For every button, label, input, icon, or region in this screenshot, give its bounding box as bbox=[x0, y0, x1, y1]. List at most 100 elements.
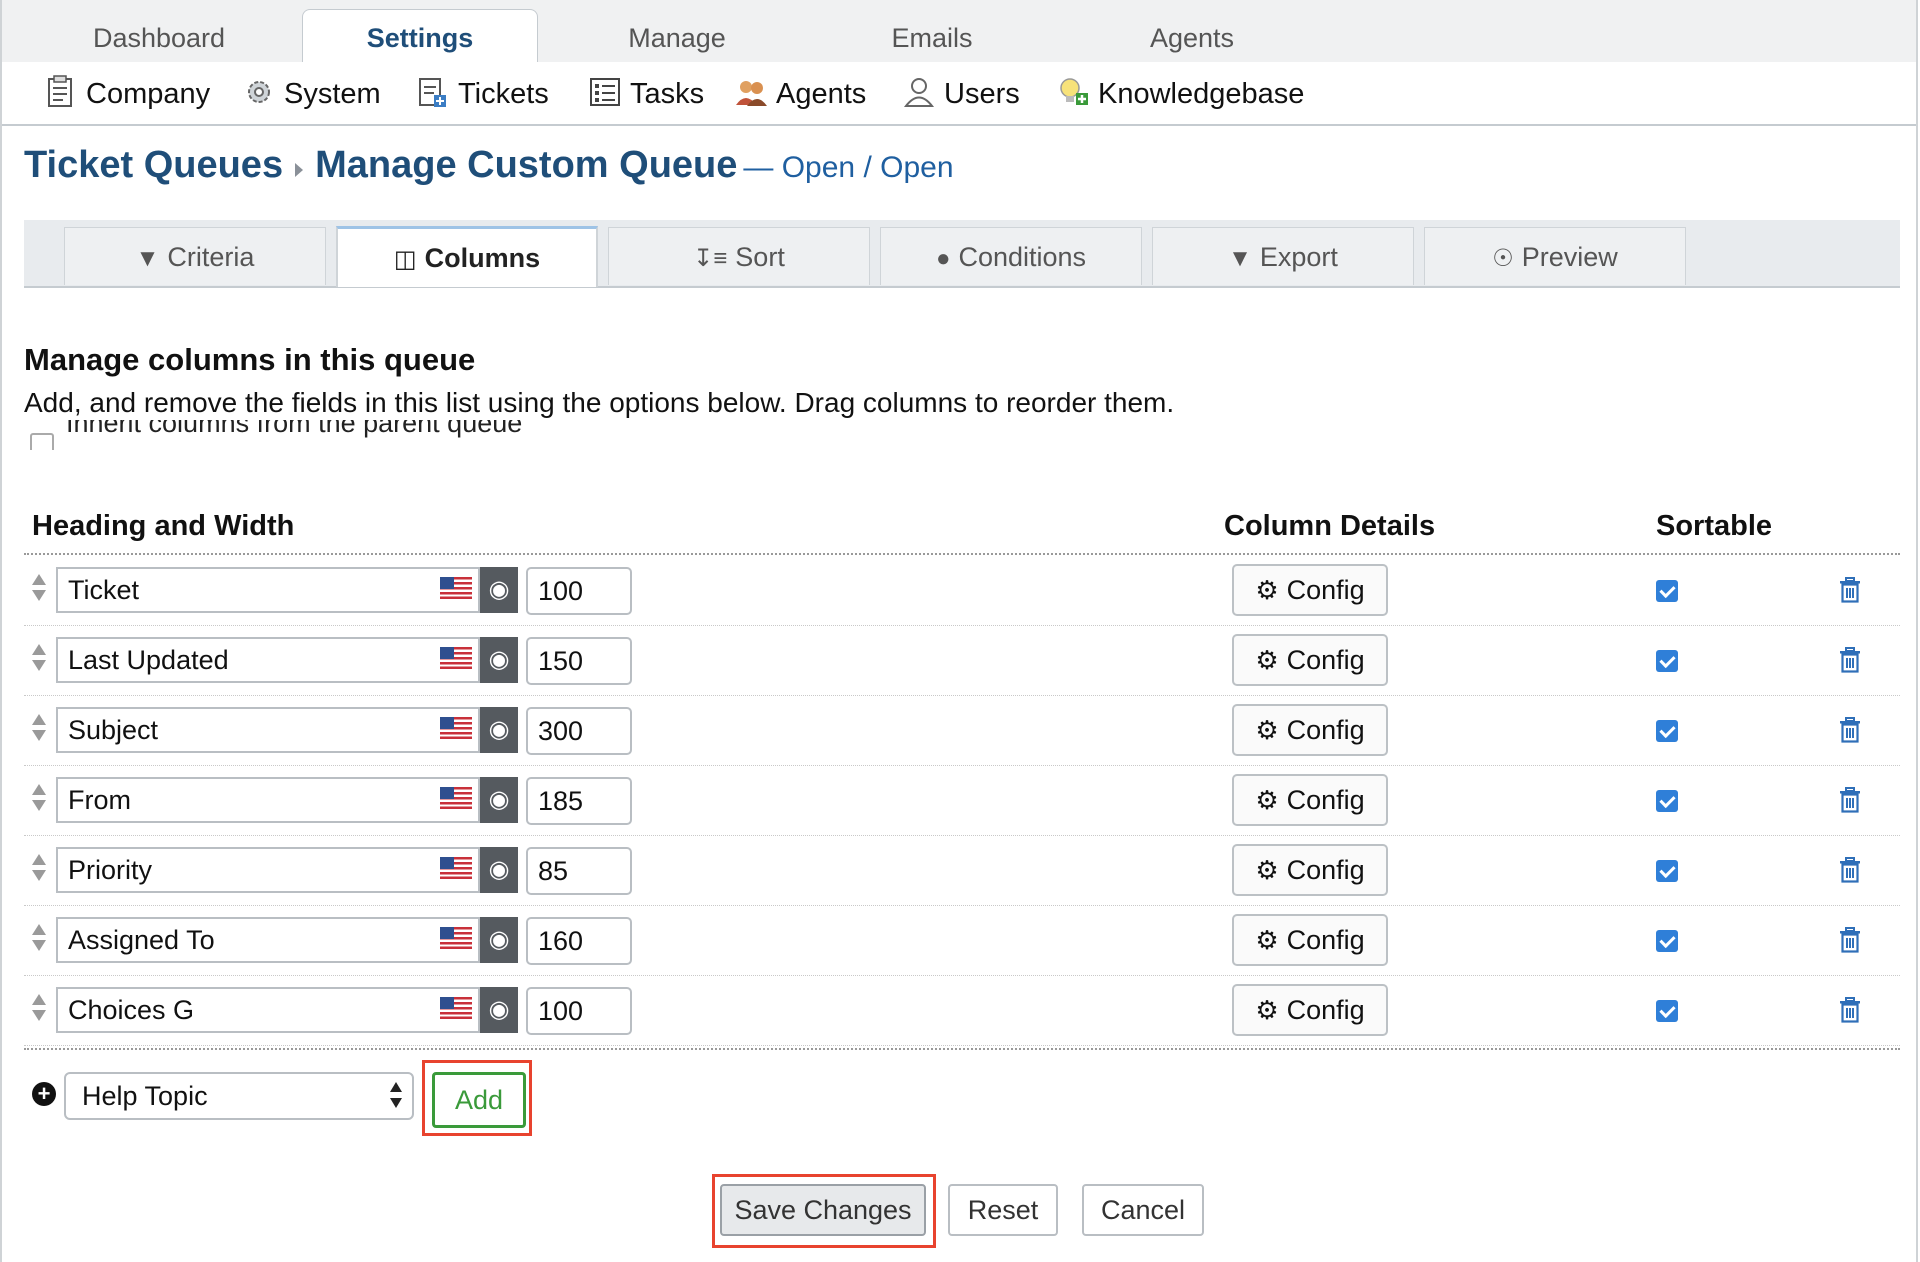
column-width-input[interactable]: 85 bbox=[526, 847, 632, 895]
globe-icon[interactable]: ◉ bbox=[480, 777, 518, 823]
column-row: Ticket ◉ 100 ⚙ Config bbox=[24, 555, 1900, 626]
column-heading-input[interactable]: Ticket bbox=[56, 567, 480, 613]
sortable-checkbox[interactable] bbox=[1656, 650, 1678, 672]
trash-icon[interactable] bbox=[1838, 647, 1862, 673]
config-button[interactable]: ⚙ Config bbox=[1232, 704, 1388, 756]
drag-handle-icon[interactable] bbox=[30, 852, 48, 886]
tab-label: Sort bbox=[735, 242, 785, 272]
drag-handle-icon[interactable] bbox=[30, 572, 48, 606]
column-heading-input[interactable]: From bbox=[56, 777, 480, 823]
config-button[interactable]: ⚙ Config bbox=[1232, 564, 1388, 616]
config-label: Config bbox=[1286, 925, 1365, 955]
column-select[interactable]: Help Topic bbox=[64, 1072, 414, 1120]
cancel-button[interactable]: Cancel bbox=[1082, 1184, 1204, 1236]
subnav-tickets[interactable]: Tickets bbox=[416, 62, 549, 124]
inherit-columns-option[interactable]: Inherit columns from the parent queue bbox=[30, 420, 522, 450]
column-width-input[interactable]: 300 bbox=[526, 707, 632, 755]
drag-handle-icon[interactable] bbox=[30, 642, 48, 676]
drag-handle-icon[interactable] bbox=[30, 922, 48, 956]
tab-sort[interactable]: ↧≡ Sort bbox=[608, 227, 870, 285]
subnav-label: Tasks bbox=[630, 78, 705, 110]
tab-criteria[interactable]: ▼ Criteria bbox=[64, 227, 326, 285]
subnav-tasks[interactable]: Tasks bbox=[588, 62, 704, 124]
config-label: Config bbox=[1286, 855, 1365, 885]
column-width-input[interactable]: 150 bbox=[526, 637, 632, 685]
drag-handle-icon[interactable] bbox=[30, 782, 48, 816]
sortable-checkbox[interactable] bbox=[1656, 860, 1678, 882]
globe-icon[interactable]: ◉ bbox=[480, 987, 518, 1033]
tab-export[interactable]: ▼ Export bbox=[1152, 227, 1414, 285]
globe-icon[interactable]: ◉ bbox=[480, 567, 518, 613]
subnav-users[interactable]: Users bbox=[902, 62, 1020, 124]
download-icon: ▼ bbox=[1228, 245, 1252, 272]
highlight-box-save bbox=[712, 1174, 936, 1248]
config-button[interactable]: ⚙ Config bbox=[1232, 914, 1388, 966]
subnav-label: Agents bbox=[776, 78, 867, 110]
column-heading-input[interactable]: Choices G bbox=[56, 987, 480, 1033]
drag-handle-icon[interactable] bbox=[30, 712, 48, 746]
column-heading-input[interactable]: Last Updated bbox=[56, 637, 480, 683]
column-width-input[interactable]: 185 bbox=[526, 777, 632, 825]
column-heading-input[interactable]: Assigned To bbox=[56, 917, 480, 963]
gear-icon: ⚙ bbox=[1255, 645, 1279, 675]
globe-icon[interactable]: ◉ bbox=[480, 707, 518, 753]
app-frame: Dashboard Settings Manage Emails Agents … bbox=[0, 0, 1918, 1262]
globe-icon[interactable]: ◉ bbox=[480, 847, 518, 893]
sortable-checkbox[interactable] bbox=[1656, 930, 1678, 952]
subnav-label: Users bbox=[944, 78, 1020, 110]
sortable-checkbox[interactable] bbox=[1656, 720, 1678, 742]
tab-label: Criteria bbox=[167, 242, 255, 272]
column-heading-input[interactable]: Priority bbox=[56, 847, 480, 893]
tab-emails[interactable]: Emails bbox=[822, 10, 1042, 62]
column-width-input[interactable]: 160 bbox=[526, 917, 632, 965]
globe-icon[interactable]: ◉ bbox=[480, 637, 518, 683]
tab-manage[interactable]: Manage bbox=[562, 10, 792, 62]
trash-icon[interactable] bbox=[1838, 717, 1862, 743]
config-button[interactable]: ⚙ Config bbox=[1232, 984, 1388, 1036]
inherit-checkbox[interactable] bbox=[30, 432, 54, 450]
subnav-label: Tickets bbox=[458, 78, 549, 110]
config-label: Config bbox=[1286, 785, 1365, 815]
tab-agents[interactable]: Agents bbox=[1082, 10, 1302, 62]
trash-icon[interactable] bbox=[1838, 927, 1862, 953]
column-row: Assigned To ◉ 160 ⚙ Config bbox=[24, 905, 1900, 976]
trash-icon[interactable] bbox=[1838, 857, 1862, 883]
subnav-knowledgebase[interactable]: Knowledgebase bbox=[1056, 62, 1304, 124]
system-gear-icon bbox=[248, 81, 270, 104]
column-width-input[interactable]: 100 bbox=[526, 567, 632, 615]
sortable-checkbox[interactable] bbox=[1656, 1000, 1678, 1022]
column-width-input[interactable]: 100 bbox=[526, 987, 632, 1035]
tab-label: Export bbox=[1259, 242, 1338, 272]
column-row: Choices G ◉ 100 ⚙ Config bbox=[24, 975, 1900, 1046]
manage-columns-heading: Manage columns in this queue bbox=[24, 342, 476, 377]
config-button[interactable]: ⚙ Config bbox=[1232, 844, 1388, 896]
tab-dashboard[interactable]: Dashboard bbox=[52, 10, 266, 62]
reset-button[interactable]: Reset bbox=[948, 1184, 1058, 1236]
config-button[interactable]: ⚙ Config bbox=[1232, 634, 1388, 686]
column-select-value: Help Topic bbox=[82, 1081, 208, 1111]
subnav-agents[interactable]: Agents bbox=[734, 62, 866, 124]
us-flag-icon bbox=[440, 717, 472, 739]
gear-icon: ⚙ bbox=[1255, 855, 1279, 885]
config-button[interactable]: ⚙ Config bbox=[1232, 774, 1388, 826]
tab-preview[interactable]: ☉ Preview bbox=[1424, 227, 1686, 285]
sortable-checkbox[interactable] bbox=[1656, 580, 1678, 602]
tab-settings[interactable]: Settings bbox=[302, 9, 538, 64]
subnav-company[interactable]: Company bbox=[44, 62, 210, 124]
column-row: Priority ◉ 85 ⚙ Config bbox=[24, 835, 1900, 906]
settings-sub-nav: Company System Tickets Tasks Agents User… bbox=[2, 62, 1916, 126]
header-column-details: Column Details bbox=[1224, 510, 1436, 542]
subnav-system[interactable]: System bbox=[242, 62, 381, 124]
highlight-box-add bbox=[422, 1060, 532, 1136]
trash-icon[interactable] bbox=[1838, 997, 1862, 1023]
globe-icon[interactable]: ◉ bbox=[480, 917, 518, 963]
tab-conditions[interactable]: ● Conditions bbox=[880, 227, 1142, 285]
column-heading-input[interactable]: Subject bbox=[56, 707, 480, 753]
trash-icon[interactable] bbox=[1838, 787, 1862, 813]
breadcrumb-ticket-queues[interactable]: Ticket Queues bbox=[24, 144, 283, 186]
sortable-checkbox[interactable] bbox=[1656, 790, 1678, 812]
trash-icon[interactable] bbox=[1838, 577, 1862, 603]
drag-handle-icon[interactable] bbox=[30, 992, 48, 1026]
alert-icon: ● bbox=[935, 245, 951, 272]
tab-columns[interactable]: ◫ Columns bbox=[336, 226, 598, 287]
